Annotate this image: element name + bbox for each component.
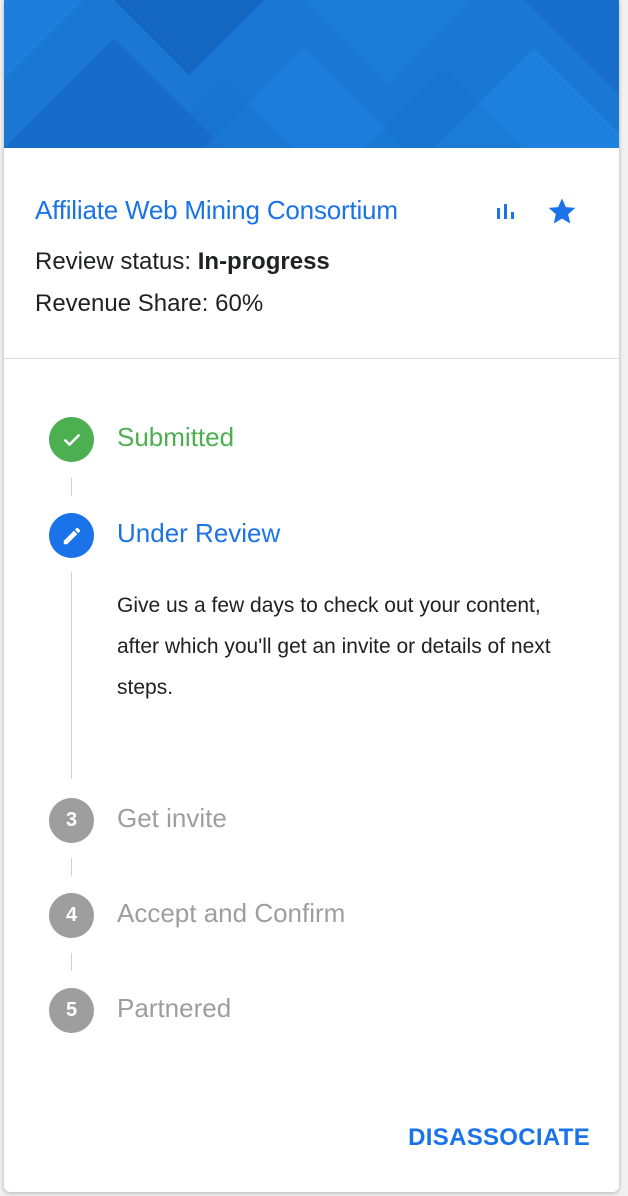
step-connector — [71, 953, 72, 971]
step-3-label: Get invite — [117, 803, 227, 833]
disassociate-button[interactable]: DISASSOCIATE — [408, 1124, 590, 1152]
publisher-card: Affiliate Web Mining Consortium Review s… — [4, 0, 619, 1192]
review-status-label: Review status: — [35, 248, 198, 275]
step-2-description: Give us a few days to check out your con… — [117, 594, 551, 699]
card-header: Affiliate Web Mining Consortium Review s… — [4, 148, 619, 359]
step-5-marker: 5 — [49, 988, 94, 1033]
step-connector — [71, 478, 72, 496]
revenue-share: Revenue Share: 60% — [35, 290, 264, 317]
step-1-marker — [49, 417, 94, 462]
step-4-label: Accept and Confirm — [117, 898, 346, 928]
card-banner-image — [4, 0, 619, 148]
review-status: Review status: In-progress — [35, 248, 330, 276]
star-icon[interactable] — [546, 195, 578, 227]
step-3-marker: 3 — [49, 798, 94, 843]
step-4-marker: 4 — [49, 893, 94, 938]
pencil-icon — [63, 527, 80, 544]
step-connector — [71, 572, 72, 779]
step-2-label: Under Review — [117, 518, 281, 548]
step-1-label: Submitted — [117, 422, 235, 452]
bar-chart-icon[interactable] — [494, 200, 518, 224]
publisher-title[interactable]: Affiliate Web Mining Consortium — [35, 195, 398, 226]
step-connector — [71, 858, 72, 876]
check-icon — [63, 433, 80, 446]
review-status-value: In-progress — [197, 248, 330, 275]
step-5-label: Partnered — [117, 993, 232, 1023]
step-2-marker — [49, 513, 94, 558]
